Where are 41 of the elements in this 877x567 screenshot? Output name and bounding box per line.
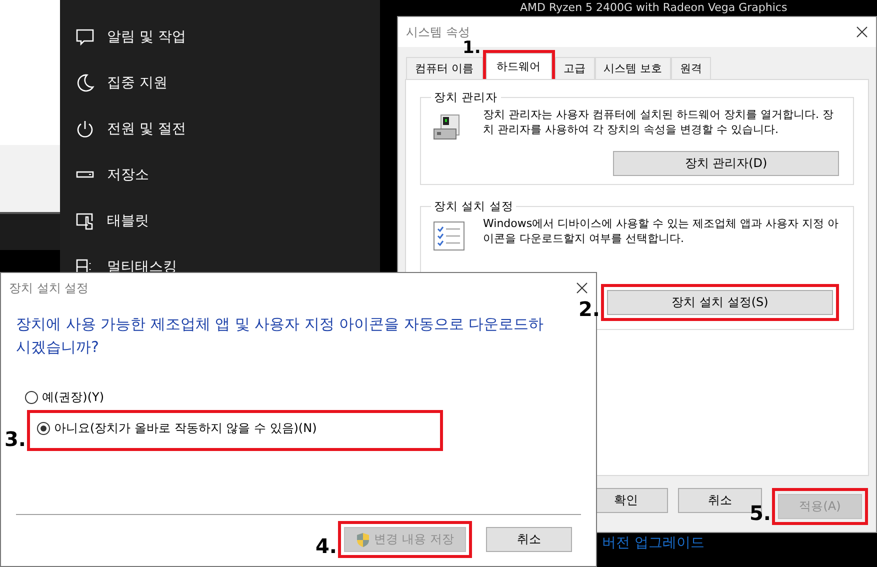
- upgrade-link[interactable]: 버전 업그레이드: [602, 534, 704, 552]
- sidebar-item-label: 저장소: [107, 166, 149, 184]
- radio-option[interactable]: 예(권장)(Y): [21, 389, 104, 406]
- radio-button[interactable]: [25, 391, 38, 404]
- tab[interactable]: 하드웨어: [486, 53, 552, 79]
- step-number: 1.: [462, 38, 481, 58]
- group-title: 장치 설치 설정: [433, 199, 514, 214]
- group-description: 장치 관리자는 사용자 컴퓨터에 설치된 하드웨어 장치를 열거합니다. 장치 관리자를 사용하여 각 장치의 속성을 변경할 수 있습니다.: [483, 107, 834, 137]
- sidebar-item[interactable]: 집중 지원: [60, 60, 380, 106]
- radio-option[interactable]: 아니요(장치가 올바로 작동하지 않을 수 있음)(N): [33, 416, 437, 445]
- sidebar-item[interactable]: 전원 및 절전: [60, 106, 380, 152]
- tab[interactable]: 컴퓨터 이름: [406, 57, 482, 79]
- group-description: Windows에서 디바이스에 사용할 수 있는 제조업체 앱과 사용자 지정 아이콘을 다운로드할지 여부를 선택합니다.: [483, 216, 839, 246]
- sidebar-item[interactable]: 알림 및 작업: [60, 14, 380, 60]
- dialog-question: 장치에 사용 가능한 제조업체 앱 및 사용자 지정 아이콘을 자동으로 다운로드하시겠습니까?: [16, 314, 545, 358]
- tab[interactable]: 고급: [554, 57, 594, 79]
- step-number: 2.: [578, 297, 600, 321]
- cancel-button[interactable]: 취소: [486, 527, 572, 552]
- group-title: 장치 관리자: [433, 90, 499, 105]
- sidebar-item-icon: [75, 119, 95, 139]
- sidebar-item-icon: [75, 73, 95, 93]
- step-number: 3.: [4, 427, 26, 451]
- sidebar-item[interactable]: 저장소: [60, 152, 380, 198]
- window-title: 시스템 속성: [406, 24, 470, 40]
- device-manager-button[interactable]: 장치 관리자(D): [613, 151, 839, 176]
- sidebar-item-label: 태블릿: [107, 212, 149, 230]
- tab[interactable]: 원격: [671, 57, 711, 79]
- processor-label: AMD Ryzen 5 2400G with Radeon Vega Graphics: [520, 1, 788, 14]
- dialog-title: 장치 설치 설정: [9, 280, 89, 296]
- sidebar-item-icon: [75, 27, 95, 47]
- sidebar-item[interactable]: 태블릿: [60, 198, 380, 244]
- sidebar-item-label: 전원 및 절전: [107, 120, 186, 138]
- tab[interactable]: 시스템 보호: [594, 57, 671, 79]
- step-number: 4.: [315, 534, 337, 558]
- close-icon[interactable]: [856, 26, 868, 38]
- sidebar-item-label: 집중 지원: [107, 74, 168, 92]
- radio-button[interactable]: [37, 422, 50, 435]
- sidebar-item-label: 알림 및 작업: [107, 28, 186, 46]
- device-installation-settings-button[interactable]: 장치 설치 설정(S): [607, 290, 833, 315]
- close-icon[interactable]: [576, 282, 588, 294]
- sidebar-item-icon: [75, 211, 95, 231]
